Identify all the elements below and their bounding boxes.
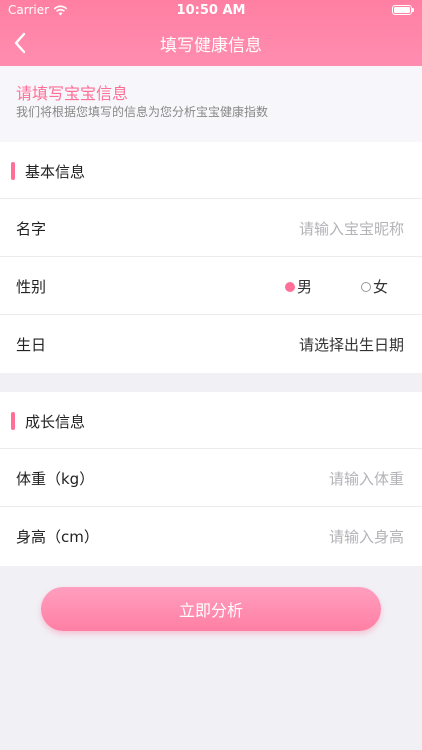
weight-label: 体重（kg） — [16, 470, 95, 488]
name-row: 名字 — [0, 199, 422, 257]
radio-unselected-icon — [361, 281, 371, 292]
section-title-basic: 基本信息 — [25, 163, 86, 181]
intro-title: 请填写宝宝信息 — [16, 84, 129, 103]
weight-row: 体重（kg） — [0, 449, 422, 507]
name-label: 名字 — [16, 220, 47, 238]
basic-info-card: 基本信息 名字 性别 男 女 生日 请选择出生日期 — [0, 142, 422, 373]
birthday-label: 生日 — [16, 336, 47, 354]
birthday-picker[interactable]: 请选择出生日期 — [299, 334, 404, 355]
intro-banner: 请填写宝宝信息 我们将根据您填写的信息为您分析宝宝健康指数 — [0, 66, 422, 142]
gender-option-label: 女 — [373, 278, 389, 296]
analyze-button[interactable]: 立即分析 — [41, 587, 381, 631]
height-input[interactable] — [202, 519, 406, 555]
header: Carrier 10:50 AM 填写健康信息 — [0, 0, 422, 66]
growth-info-card: 成长信息 体重（kg） 身高（cm） — [0, 392, 422, 566]
page-title: 填写健康信息 — [160, 36, 262, 56]
weight-input[interactable] — [202, 461, 406, 497]
gender-option-female[interactable]: 女 — [361, 276, 388, 297]
name-input[interactable] — [202, 211, 406, 247]
status-time: 10:50 AM — [176, 3, 246, 18]
intro-subtitle: 我们将根据您填写的信息为您分析宝宝健康指数 — [16, 105, 269, 119]
section-marker — [11, 162, 15, 180]
birthday-row[interactable]: 生日 请选择出生日期 — [0, 315, 422, 373]
battery-icon — [392, 5, 414, 15]
radio-selected-icon — [285, 281, 295, 292]
height-row: 身高（cm） — [0, 507, 422, 565]
gender-option-male[interactable]: 男 — [285, 276, 312, 297]
section-marker — [11, 412, 15, 430]
gender-row: 性别 男 女 — [0, 257, 422, 315]
gender-label: 性别 — [16, 278, 47, 296]
status-bar: Carrier 10:50 AM — [0, 0, 422, 22]
section-title-growth: 成长信息 — [25, 413, 86, 431]
gender-option-label: 男 — [297, 278, 313, 296]
height-label: 身高（cm） — [16, 528, 99, 546]
growth-info-header: 成长信息 — [0, 392, 422, 449]
basic-info-header: 基本信息 — [0, 142, 422, 199]
